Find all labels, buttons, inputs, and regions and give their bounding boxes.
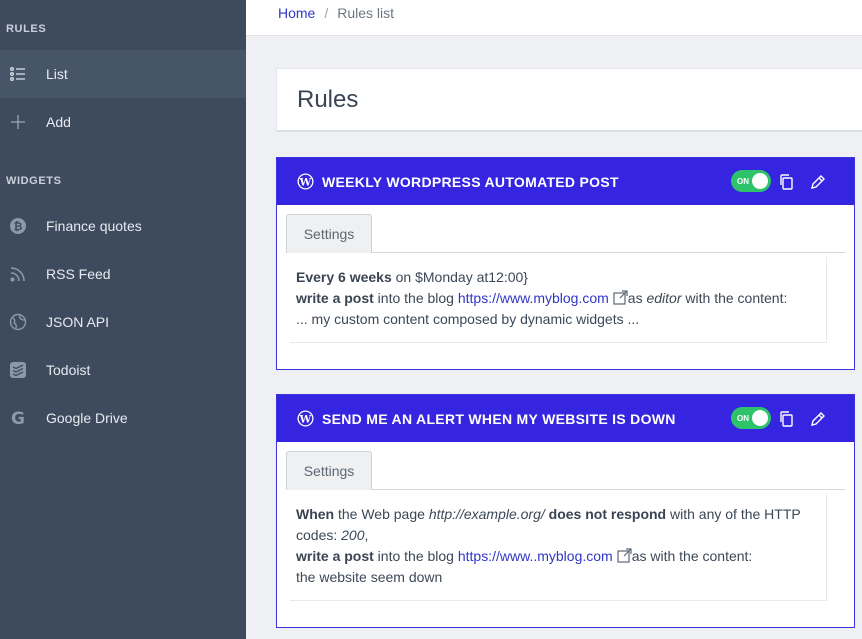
edit-icon[interactable] <box>809 173 827 191</box>
breadcrumb-current: Rules list <box>337 4 395 21</box>
toggle-label: ON <box>737 413 749 423</box>
sidebar-item-label: List <box>46 66 68 82</box>
rule-description: Every 6 weeks on $Monday at12:00} write … <box>290 257 827 343</box>
breadcrumb-separator: / <box>324 4 329 21</box>
rss-icon <box>9 265 27 283</box>
rule-schedule-line: Every 6 weeks on $Monday at12:00} <box>296 269 528 285</box>
svg-text:G: G <box>11 409 25 427</box>
sidebar-item-google-drive[interactable]: G Google Drive <box>0 394 246 442</box>
sidebar-item-label: Add <box>46 114 71 130</box>
rule-header: W WEEKLY WORDPRESS AUTOMATED POST ON <box>277 158 854 205</box>
rule-description: When the Web page http://example.org/ do… <box>290 494 827 601</box>
blog-link[interactable]: https://www.myblog.com <box>458 290 609 306</box>
sidebar-item-label: Todoist <box>46 362 91 378</box>
list-icon <box>9 65 27 83</box>
rule-action-line: write a post into the blog https://www..… <box>296 548 753 564</box>
sidebar-item-finance-quotes[interactable]: ₿ Finance quotes <box>0 202 246 250</box>
external-link-icon[interactable] <box>613 290 628 305</box>
svg-text:W: W <box>299 176 312 188</box>
rule-action-line: write a post into the blog https://www.m… <box>296 290 788 306</box>
edit-icon[interactable] <box>809 410 827 428</box>
todoist-icon <box>9 361 27 379</box>
rule-title: WEEKLY WORDPRESS AUTOMATED POST <box>322 173 619 190</box>
wordpress-icon: W <box>297 173 314 190</box>
sidebar-item-add[interactable]: Add <box>0 98 246 146</box>
sidebar-section-rules: RULES <box>6 23 47 35</box>
sidebar: RULES List Add WIDGETS ₿ Finance quotes … <box>0 0 246 639</box>
svg-text:W: W <box>299 413 312 425</box>
wordpress-icon: W <box>297 410 314 427</box>
sidebar-item-todoist[interactable]: Todoist <box>0 346 246 394</box>
page-header: Rules <box>276 68 862 132</box>
globe-icon <box>9 313 27 331</box>
page-title: Rules <box>297 85 359 113</box>
rule-header: W SEND ME AN ALERT WHEN MY WEBSITE IS DO… <box>277 395 854 442</box>
copy-icon[interactable] <box>778 173 796 191</box>
svg-text:₿: ₿ <box>14 220 23 233</box>
rule-title: SEND ME AN ALERT WHEN MY WEBSITE IS DOWN <box>322 410 676 427</box>
external-link-icon[interactable] <box>617 548 632 563</box>
rule-tabs: Settings <box>286 214 845 253</box>
rule-trigger-line: When the Web page http://example.org/ do… <box>296 506 801 543</box>
sidebar-item-label: RSS Feed <box>46 266 111 282</box>
toggle-label: ON <box>737 176 749 186</box>
rule-enabled-toggle[interactable]: ON <box>731 407 771 429</box>
toggle-knob <box>752 410 768 426</box>
sidebar-item-rss-feed[interactable]: RSS Feed <box>0 250 246 298</box>
sidebar-section-widgets: WIDGETS <box>6 175 62 187</box>
blog-link[interactable]: https://www..myblog.com <box>458 548 613 564</box>
rule-content-line: ... my custom content composed by dynami… <box>296 311 640 327</box>
rule-card: W WEEKLY WORDPRESS AUTOMATED POST ON Set… <box>276 157 855 370</box>
breadcrumb-home-link[interactable]: Home <box>278 5 315 21</box>
toggle-knob <box>752 173 768 189</box>
rule-content-line: the website seem down <box>296 569 443 585</box>
sidebar-item-label: Finance quotes <box>46 218 142 234</box>
rule-tabs: Settings <box>286 451 845 490</box>
plus-icon <box>9 113 27 131</box>
bitcoin-icon: ₿ <box>9 217 27 235</box>
tab-settings[interactable]: Settings <box>286 214 372 253</box>
google-icon: G <box>9 409 27 427</box>
breadcrumb: Home / Rules list <box>246 0 862 36</box>
tab-settings[interactable]: Settings <box>286 451 372 490</box>
rule-enabled-toggle[interactable]: ON <box>731 170 771 192</box>
rule-card: W SEND ME AN ALERT WHEN MY WEBSITE IS DO… <box>276 394 855 628</box>
copy-icon[interactable] <box>778 410 796 428</box>
sidebar-item-json-api[interactable]: JSON API <box>0 298 246 346</box>
sidebar-item-label: JSON API <box>46 314 110 330</box>
sidebar-item-list[interactable]: List <box>0 50 246 98</box>
sidebar-item-label: Google Drive <box>46 410 128 426</box>
